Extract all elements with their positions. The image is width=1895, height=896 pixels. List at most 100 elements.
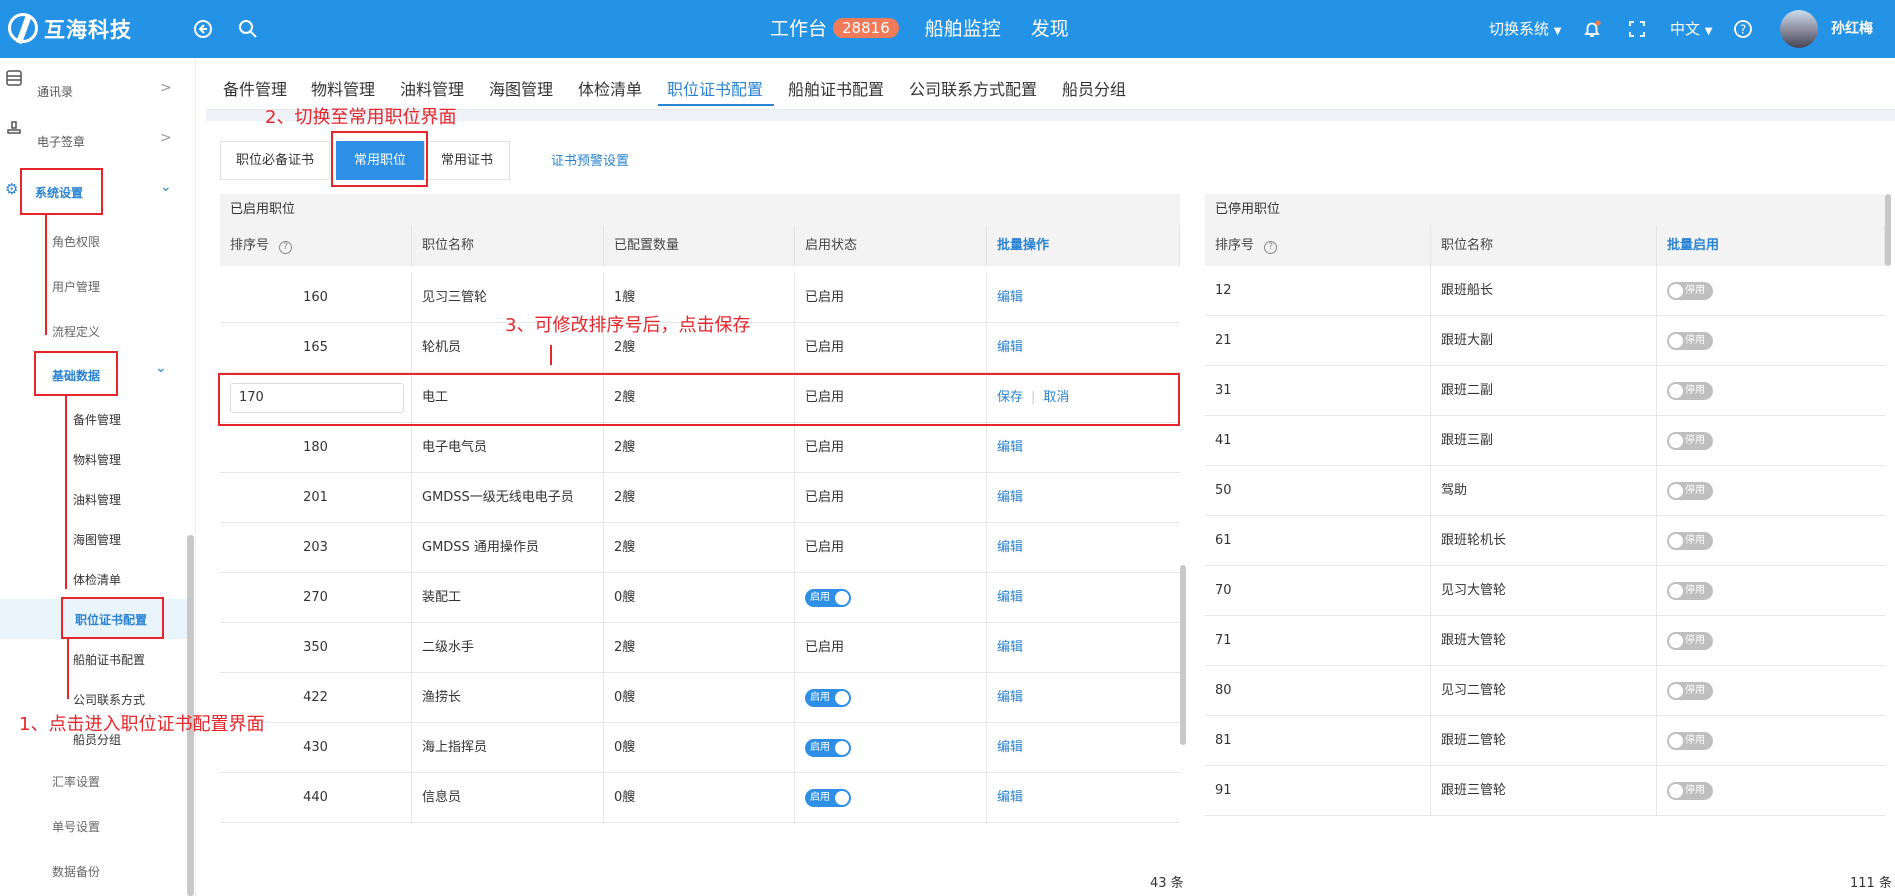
fullscreen-icon[interactable] [1626,18,1648,40]
edit-button[interactable]: 编辑 [997,640,1023,655]
sidebar-item-number-setting[interactable]: 单号设置 [52,818,100,835]
user-name[interactable]: 孙红梅 [1831,18,1873,38]
sort-cell: 81 [1205,716,1431,766]
enable-toggle[interactable]: 启用 [805,738,851,757]
tab-crew-group[interactable]: 船员分组 [1062,76,1126,100]
edit-button[interactable]: 编辑 [997,690,1023,705]
avatar[interactable] [1780,10,1818,48]
sidebar-item-fuel[interactable]: 油料管理 [73,491,121,508]
sidebar-item-workflow[interactable]: 流程定义 [52,323,100,340]
tab-charts[interactable]: 海图管理 [489,76,553,100]
position-name-cell: 跟班三管轮 [1431,766,1657,816]
nav-ship-monitor[interactable]: 船舶监控 [925,14,1001,41]
help-icon[interactable]: ? [1732,18,1754,40]
sidebar-item-esign[interactable]: 电子签章 [37,133,85,150]
position-name-cell: 见习二管轮 [1431,666,1657,716]
nav-discover[interactable]: 发现 [1031,14,1069,41]
annotation-box-position-cert [61,597,164,639]
question-circle-icon[interactable]: ? [279,241,293,254]
annotation-step2: 2、切换至常用职位界面 [265,107,457,128]
edit-button[interactable]: 编辑 [997,290,1023,305]
sidebar-item-contacts[interactable]: 通讯录 [37,83,73,100]
action-cell: 编辑 [987,623,1180,673]
search-icon[interactable] [237,18,259,40]
edit-button[interactable]: 编辑 [997,590,1023,605]
sort-cell: 440 [220,773,412,823]
disable-toggle[interactable]: 停用 [1667,681,1713,700]
table-row: 21 跟班大副 停用 [1205,316,1885,366]
annotation-arrow-3 [67,639,69,699]
subtab-common-cert[interactable]: 常用证书 [424,141,510,180]
toggle-cell: 停用 [1657,766,1885,816]
position-name-cell: 跟班船长 [1431,266,1657,316]
enabled-total-count: 43 条 [1150,876,1184,891]
tab-materials[interactable]: 物料管理 [311,76,375,100]
disable-toggle[interactable]: 停用 [1667,481,1713,500]
disable-toggle[interactable]: 停用 [1667,331,1713,350]
batch-enable-button[interactable]: 批量启用 [1657,226,1885,266]
tab-spare-parts[interactable]: 备件管理 [223,76,287,100]
back-icon[interactable] [192,18,214,40]
tab-ship-cert[interactable]: 船舶证书配置 [788,76,884,100]
status-cell: 已启用 [795,623,987,673]
sidebar-item-charts[interactable]: 海图管理 [73,531,121,548]
disable-toggle[interactable]: 停用 [1667,581,1713,600]
disable-toggle[interactable]: 停用 [1667,731,1713,750]
edit-button[interactable]: 编辑 [997,790,1023,805]
disable-toggle[interactable]: 停用 [1667,781,1713,800]
sidebar-item-medical[interactable]: 体检清单 [73,571,121,588]
sidebar-item-users[interactable]: 用户管理 [52,278,100,295]
tab-fuel[interactable]: 油料管理 [400,76,464,100]
disable-toggle[interactable]: 停用 [1667,281,1713,300]
gear-icon: ⚙ [5,180,19,198]
action-cell: 编辑 [987,423,1180,473]
toggle-label: 停用 [1685,634,1705,646]
tab-company-contact[interactable]: 公司联系方式配置 [909,76,1037,100]
configured-count-cell: 2艘 [604,473,795,523]
nav-workbench[interactable]: 工作台 [770,14,827,41]
annotation-box-basic-data [34,351,118,396]
sidebar-item-data-backup[interactable]: 数据备份 [52,863,100,880]
edit-button[interactable]: 编辑 [997,490,1023,505]
bell-icon[interactable] [1581,18,1603,40]
sidebar-item-materials[interactable]: 物料管理 [73,451,121,468]
sidebar-item-spare-parts[interactable]: 备件管理 [73,411,121,428]
toggle-cell: 停用 [1657,416,1885,466]
sort-cell: 31 [1205,366,1431,416]
tab-position-cert[interactable]: 职位证书配置 [667,76,763,100]
sort-cell: 12 [1205,266,1431,316]
language-dropdown[interactable]: 中文 ▼ [1670,18,1713,39]
disable-toggle[interactable]: 停用 [1667,431,1713,450]
edit-button[interactable]: 编辑 [997,440,1023,455]
disabled-table-scrollbar[interactable] [1885,194,1891,266]
toggle-cell: 停用 [1657,466,1885,516]
edit-button[interactable]: 编辑 [997,740,1023,755]
subtab-required-cert[interactable]: 职位必备证书 [220,141,330,180]
enable-toggle[interactable]: 启用 [805,688,851,707]
edit-button[interactable]: 编辑 [997,340,1023,355]
edit-button[interactable]: 编辑 [997,540,1023,555]
batch-operation-button[interactable]: 批量操作 [987,226,1180,266]
disable-toggle[interactable]: 停用 [1667,381,1713,400]
disable-toggle[interactable]: 停用 [1667,531,1713,550]
toggle-label: 启用 [810,591,830,603]
table-row: 71 跟班大管轮 停用 [1205,616,1885,666]
table-row: 80 见习二管轮 停用 [1205,666,1885,716]
table-row: 440 信息员 0艘 启用 编辑 [220,773,1180,823]
question-circle-icon[interactable]: ? [1264,241,1278,254]
sort-cell: 270 [220,573,412,623]
tab-medical[interactable]: 体检清单 [578,76,642,100]
enable-toggle[interactable]: 启用 [805,788,851,807]
contacts-icon [6,70,22,89]
enabled-table-scrollbar[interactable] [1180,565,1186,745]
sidebar-item-roles[interactable]: 角色权限 [52,233,100,250]
cert-warning-link[interactable]: 证书预警设置 [551,150,629,169]
switch-system-dropdown[interactable]: 切换系统 ▼ [1489,18,1562,39]
sidebar-item-company-contact[interactable]: 公司联系方式 [73,691,145,708]
sidebar-item-ship-cert[interactable]: 船舶证书配置 [73,651,145,668]
sidebar-item-exchange-rate[interactable]: 汇率设置 [52,773,100,790]
sort-cell: 350 [220,623,412,673]
configured-count-cell: 2艘 [604,523,795,573]
enable-toggle[interactable]: 启用 [805,588,851,607]
disable-toggle[interactable]: 停用 [1667,631,1713,650]
